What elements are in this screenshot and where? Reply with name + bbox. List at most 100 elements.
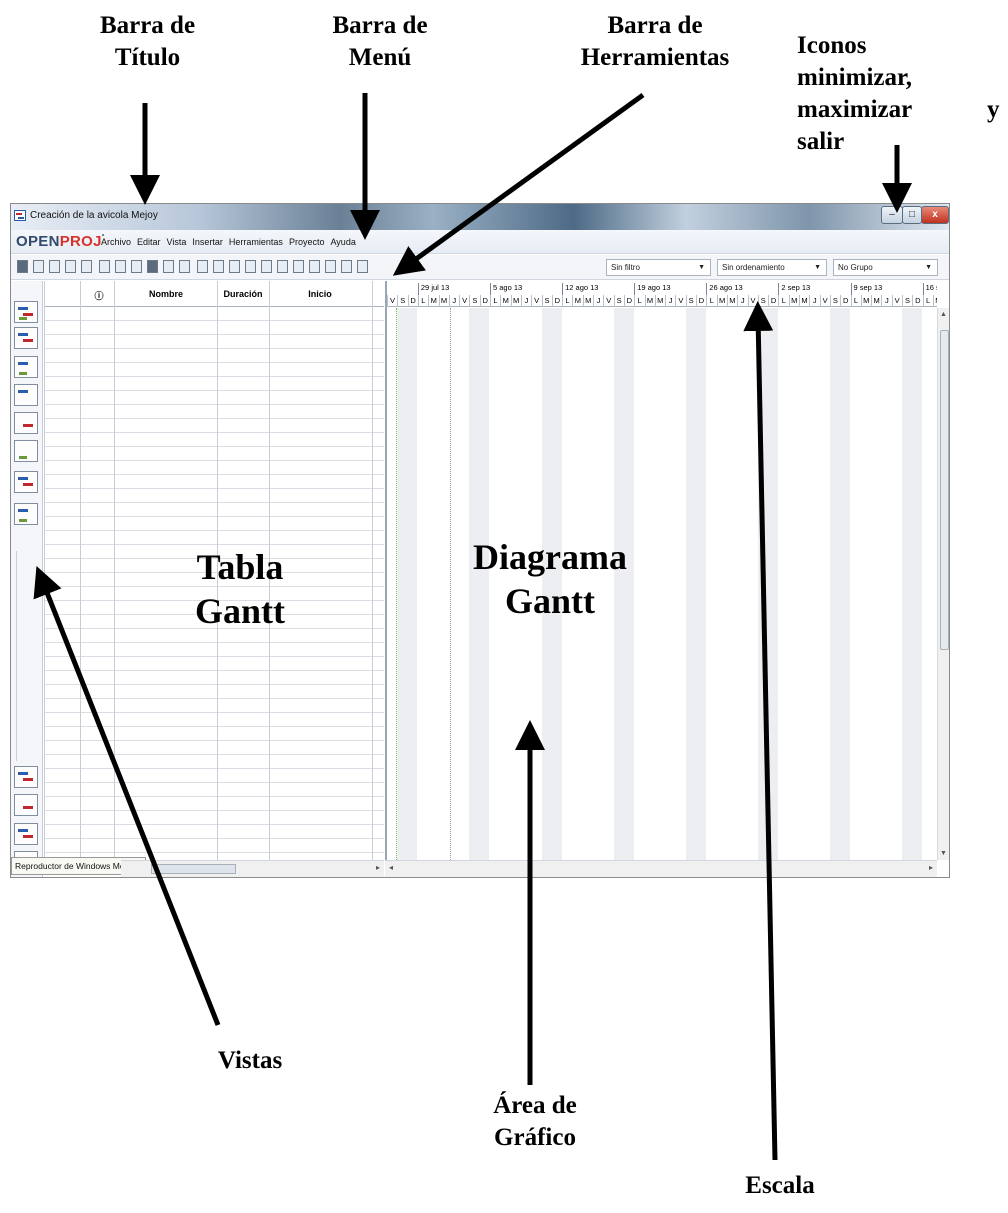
menu-editar[interactable]: Editar — [137, 237, 161, 247]
task-usage-view-button[interactable] — [14, 471, 38, 493]
annotation-vistas: Vistas — [217, 1047, 283, 1074]
annotation-diagrama-gantt: Diagrama Gantt — [473, 537, 627, 621]
menu-herramientas[interactable]: Herramientas — [229, 237, 283, 247]
table-horizontal-scrollbar[interactable]: ▸ — [121, 860, 384, 877]
maximize-button[interactable]: □ — [902, 206, 922, 224]
zoom-in-icon[interactable] — [293, 260, 304, 273]
timescale-day: L — [417, 295, 428, 307]
annotation-barra-titulo: Barra de Título — [99, 12, 196, 71]
timescale-day: V — [531, 295, 541, 307]
timescale-day: M — [860, 295, 871, 307]
table-header: ⓘ Nombre Duración Inicio — [44, 281, 384, 307]
column-nombre[interactable]: Nombre — [116, 289, 216, 299]
timescale-days: VSDLMMJVSDLMMJVSDLMMJVSDLMMJVSDLMMJVSDLM… — [387, 294, 937, 307]
assign-resources-icon[interactable] — [261, 260, 272, 273]
indent-right-icon[interactable] — [357, 260, 368, 273]
scroll-down-icon[interactable]: ▼ — [940, 850, 947, 857]
timescale-day: J — [448, 295, 459, 307]
timescale-day: M — [716, 295, 727, 307]
chevron-down-icon: ▼ — [814, 264, 821, 271]
timescale-day: M — [438, 295, 449, 307]
task-usage-detail-button[interactable] — [14, 823, 38, 845]
annotation-tabla-gantt: Tabla Gantt — [195, 547, 285, 631]
scroll-to-task-icon[interactable] — [325, 260, 336, 273]
column-inicio[interactable]: Inicio — [270, 289, 370, 299]
timescale-day: J — [665, 295, 675, 307]
new-project-icon[interactable] — [17, 260, 28, 273]
annotation-area-grafico: Área de Gráfico — [493, 1092, 577, 1151]
charts-view-button[interactable] — [14, 794, 38, 816]
vertical-scrollbar[interactable]: ▲ ▼ — [937, 308, 949, 860]
timescale-day: L — [850, 295, 861, 307]
find-icon[interactable] — [147, 260, 158, 273]
reports-view-button[interactable] — [14, 440, 38, 462]
notes-icon[interactable] — [245, 260, 256, 273]
open-icon[interactable] — [33, 260, 44, 273]
undo-icon[interactable] — [163, 260, 174, 273]
views-sidebar — [11, 281, 43, 877]
close-button[interactable]: x — [921, 206, 949, 224]
menu-vista[interactable]: Vista — [167, 237, 187, 247]
indent-left-icon[interactable] — [341, 260, 352, 273]
column-duracion[interactable]: Duración — [218, 289, 268, 299]
network-view-button[interactable] — [14, 327, 38, 349]
info-column-icon[interactable]: ⓘ — [92, 289, 106, 302]
gantt-view-button[interactable] — [14, 301, 38, 323]
timescale-day: V — [819, 295, 830, 307]
resource-usage-view-button[interactable] — [14, 503, 38, 525]
col-divider — [372, 281, 373, 860]
print-icon[interactable] — [65, 260, 76, 273]
redo-icon[interactable] — [179, 260, 190, 273]
link-icon[interactable] — [197, 260, 208, 273]
histogram-view-button[interactable] — [14, 766, 38, 788]
filter-dropdown[interactable]: Sin filtro ▼ — [606, 259, 711, 276]
scroll-left-icon[interactable]: ◂ — [389, 863, 393, 872]
timescale-day: D — [479, 295, 490, 307]
timescale-day: M — [644, 295, 655, 307]
timescale-day: M — [428, 295, 438, 307]
cut-icon[interactable] — [99, 260, 110, 273]
copy-icon[interactable] — [115, 260, 126, 273]
save-icon[interactable] — [49, 260, 60, 273]
views-separator — [16, 551, 17, 761]
menu-archivo[interactable]: Archivo — [101, 237, 131, 247]
rbs-view-button[interactable] — [14, 412, 38, 434]
timescale-day: L — [490, 295, 500, 307]
timescale-day: D — [840, 295, 850, 307]
project-start-line — [450, 308, 451, 860]
group-dropdown[interactable]: No Grupo ▼ — [833, 259, 938, 276]
print-preview-icon[interactable] — [81, 260, 92, 273]
timescale-day: M — [510, 295, 521, 307]
sort-dropdown[interactable]: Sin ordenamiento ▼ — [717, 259, 827, 276]
wbs-view-button[interactable] — [14, 384, 38, 406]
scroll-right-icon[interactable]: ▸ — [929, 863, 933, 872]
scroll-thumb[interactable] — [940, 330, 949, 650]
annotation-iconos-line3: maximizar y — [797, 96, 1000, 123]
toolbar: Sin filtro ▼ Sin ordenamiento ▼ No Grupo ▼ — [11, 255, 949, 280]
menu-ayuda[interactable]: Ayuda — [330, 237, 355, 247]
col-divider — [80, 281, 81, 860]
scroll-thumb[interactable] — [151, 864, 236, 874]
timescale-day: D — [551, 295, 562, 307]
scroll-up-icon[interactable]: ▲ — [940, 311, 947, 318]
chevron-down-icon: ▼ — [925, 264, 932, 271]
timescale-day: M — [788, 295, 799, 307]
timescale-day: S — [829, 295, 840, 307]
zoom-out-icon[interactable] — [309, 260, 320, 273]
paste-icon[interactable] — [131, 260, 142, 273]
resources-view-button[interactable] — [14, 356, 38, 378]
timescale-day: D — [768, 295, 778, 307]
task-info-icon[interactable] — [229, 260, 240, 273]
timescale-day: M — [582, 295, 593, 307]
timescale-day: L — [922, 295, 933, 307]
scroll-right-icon[interactable]: ▸ — [376, 863, 380, 872]
calendar-icon[interactable] — [277, 260, 288, 273]
menu-insertar[interactable]: Insertar — [192, 237, 223, 247]
unlink-icon[interactable] — [213, 260, 224, 273]
menu-bar: OPENPROJ˚ Archivo Editar Vista Insertar … — [11, 230, 949, 254]
timescale-day: D — [407, 295, 418, 307]
minimize-button[interactable]: – — [881, 206, 903, 224]
gantt-horizontal-scrollbar[interactable]: ◂ ▸ — [385, 860, 937, 877]
menu-proyecto[interactable]: Proyecto — [289, 237, 325, 247]
annotation-barra-herramientas: Barra de Herramientas — [580, 12, 730, 71]
